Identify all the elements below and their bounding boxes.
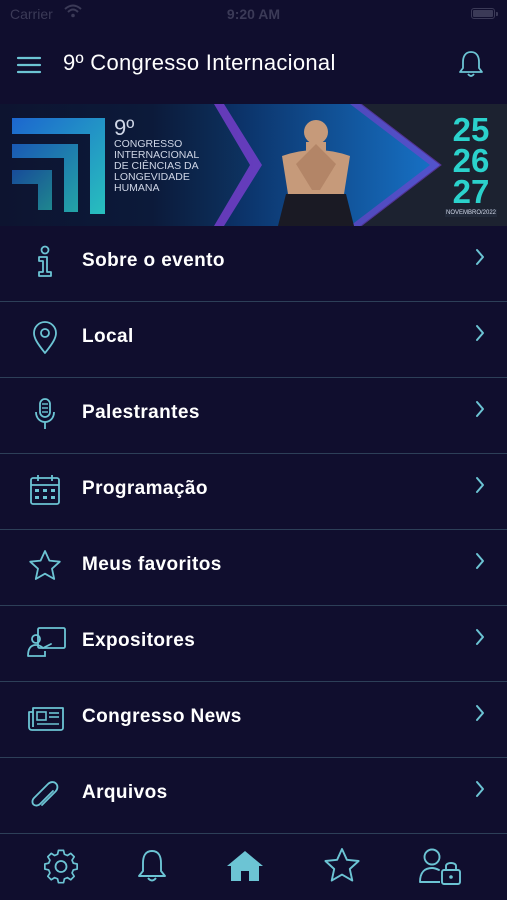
star-icon xyxy=(27,548,63,584)
tab-settings[interactable] xyxy=(41,846,81,886)
menu-item-label: Expositores xyxy=(82,630,196,651)
hamburger-icon xyxy=(16,56,42,74)
menu-item-label: Congresso News xyxy=(82,706,242,727)
banner-artwork xyxy=(12,104,507,226)
chevron-right-icon xyxy=(473,398,487,420)
nav-bar: 9º Congresso Internacional xyxy=(0,28,507,100)
status-time: 9:20 AM xyxy=(226,6,281,22)
microphone-icon xyxy=(27,396,63,432)
banner-date: 27 xyxy=(452,173,490,210)
menu-item-arquivos[interactable]: Arquivos xyxy=(0,758,507,834)
main-menu: Sobre o evento Local Palestrantes Progra… xyxy=(0,226,507,834)
chevron-right-icon xyxy=(473,550,487,572)
menu-item-label: Programação xyxy=(82,478,208,499)
chevron-right-icon xyxy=(473,322,487,344)
newspaper-icon xyxy=(27,700,64,736)
chevron-right-icon xyxy=(473,246,487,268)
banner-title-line: Humana xyxy=(114,182,160,194)
bell-icon xyxy=(138,850,166,882)
banner-edition-number: 9º xyxy=(114,115,135,140)
menu-item-programacao[interactable]: Programação xyxy=(0,454,507,530)
tab-favorites[interactable] xyxy=(322,846,362,886)
paperclip-icon xyxy=(27,776,63,812)
menu-item-label: Sobre o evento xyxy=(82,250,225,271)
event-banner: 9º Congresso Internacional de Ciências d… xyxy=(0,104,507,226)
user-lock-icon xyxy=(419,848,461,885)
tab-bar xyxy=(0,832,507,900)
menu-item-expositores[interactable]: Expositores xyxy=(0,606,507,682)
exhibitor-icon xyxy=(27,624,66,660)
banner-dates: 25 26 27 xyxy=(445,111,497,210)
location-pin-icon xyxy=(27,320,63,356)
menu-item-congresso-news[interactable]: Congresso News xyxy=(0,682,507,758)
home-icon xyxy=(227,851,263,881)
menu-item-meus-favoritos[interactable]: Meus favoritos xyxy=(0,530,507,606)
chevron-right-icon xyxy=(473,778,487,800)
menu-item-label: Arquivos xyxy=(82,782,168,803)
info-icon xyxy=(27,244,63,280)
chevron-right-icon xyxy=(473,474,487,496)
star-icon xyxy=(324,848,360,882)
menu-item-palestrantes[interactable]: Palestrantes xyxy=(0,378,507,454)
banner-title: 9º Congresso Internacional de Ciências d… xyxy=(114,115,224,194)
battery-icon xyxy=(471,8,498,19)
menu-item-local[interactable]: Local xyxy=(0,302,507,378)
bell-icon xyxy=(459,51,483,77)
tab-account[interactable] xyxy=(418,846,461,886)
menu-item-label: Meus favoritos xyxy=(82,554,222,575)
notifications-button[interactable] xyxy=(455,48,487,80)
menu-item-sobre-o-evento[interactable]: Sobre o evento xyxy=(0,226,507,302)
menu-item-label: Palestrantes xyxy=(82,402,200,423)
menu-item-label: Local xyxy=(82,326,134,347)
banner-date: 25 xyxy=(452,111,490,148)
tab-home[interactable] xyxy=(225,846,265,886)
chevron-right-icon xyxy=(473,702,487,724)
hamburger-menu-button[interactable] xyxy=(14,50,44,80)
chevron-right-icon xyxy=(473,626,487,648)
calendar-icon xyxy=(27,472,63,508)
tab-notifications[interactable] xyxy=(132,846,172,886)
page-title: 9º Congresso Internacional xyxy=(63,50,336,75)
settings-icon xyxy=(44,849,79,884)
status-bar: Carrier 9:20 AM xyxy=(0,0,507,28)
banner-month: NOVEMBRO/2022 xyxy=(445,209,497,217)
banner-date: 26 xyxy=(452,142,490,179)
